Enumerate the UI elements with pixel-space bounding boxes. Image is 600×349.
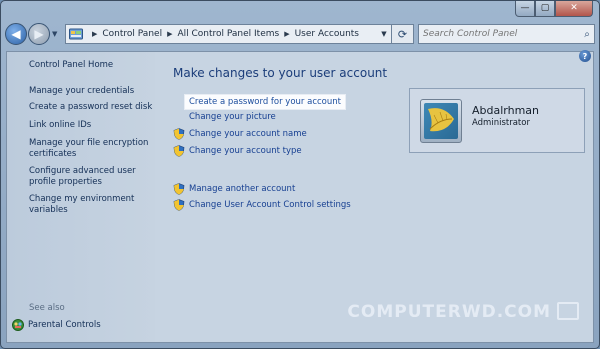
link-online-ids-link[interactable]: Link online IDs [29,120,91,131]
close-button[interactable]: ✕ [555,1,593,17]
search-box[interactable]: ⌕ [418,24,595,44]
maximize-button[interactable]: ▢ [535,1,555,17]
page-title: Make changes to your user account [173,66,388,80]
user-name: Abdalrhman [472,104,540,117]
control-panel-icon [69,28,83,40]
breadcrumb-all-items[interactable]: All Control Panel Items [177,29,279,39]
change-picture-task[interactable]: Change your picture [189,112,276,122]
control-panel-home-link[interactable]: Control Panel Home [29,60,113,71]
refresh-icon: ⟳ [397,27,408,41]
manage-another-account-task[interactable]: Manage another account [173,183,295,195]
avatar [420,99,462,143]
uac-settings-task[interactable]: Change User Account Control settings [173,199,351,211]
see-also-heading: See also [29,303,65,313]
breadcrumb-arrow-icon[interactable]: ▶ [167,30,172,38]
file-encryption-link[interactable]: Manage your file encryption certificates [29,138,149,160]
create-password-link[interactable]: Create a password for your account [189,97,341,107]
uac-shield-icon [173,128,185,140]
forward-button[interactable]: ▶ [28,23,50,45]
user-role: Administrator [472,118,530,128]
watermark: COMPUTERWD.COM [347,302,551,322]
breadcrumb-arrow-icon: ▶ [92,30,98,38]
navigation-bar: ◀ ▶ ▼ ▶ Control Panel ▶ All Control Pane… [5,21,595,47]
search-input[interactable] [423,29,580,39]
breadcrumb-arrow-icon[interactable]: ▶ [284,30,289,38]
user-picture [424,103,458,139]
change-account-name-link[interactable]: Change your account name [189,129,307,139]
address-bar[interactable]: ▶ Control Panel ▶ All Control Panel Item… [65,24,392,44]
main-pane: ? Make changes to your user account Crea… [155,50,593,342]
parental-controls-link[interactable]: Parental Controls [28,320,101,331]
user-account-card: Abdalrhman Administrator [409,88,585,153]
password-reset-disk-link[interactable]: Create a password reset disk [29,102,152,113]
change-picture-link[interactable]: Change your picture [189,112,276,122]
recent-pages-dropdown[interactable]: ▼ [52,30,62,38]
minimize-button[interactable]: — [515,1,535,17]
back-button[interactable]: ◀ [5,23,27,45]
address-dropdown-icon[interactable]: ▼ [377,30,391,38]
environment-variables-link[interactable]: Change my environment variables [29,194,139,216]
chevron-down-icon: ▼ [52,30,58,38]
advanced-profile-link[interactable]: Configure advanced user profile properti… [29,166,139,188]
parental-controls-item[interactable]: Parental Controls [12,319,101,331]
parental-controls-icon [12,319,24,331]
user-accounts-window: — ▢ ✕ ◀ ▶ ▼ ▶ Control Panel ▶ All Contro… [0,0,600,349]
left-nav-pane: Control Panel Home Manage your credentia… [7,52,155,342]
leaf-picture-icon [428,108,454,132]
refresh-button[interactable]: ⟳ [392,24,414,44]
help-icon[interactable]: ? [579,50,591,62]
uac-shield-icon [173,145,185,157]
change-account-type-link[interactable]: Change your account type [189,146,302,156]
caption-buttons: — ▢ ✕ [515,1,593,17]
change-account-name-task[interactable]: Change your account name [173,128,307,140]
arrow-left-icon: ◀ [11,27,21,41]
create-password-task[interactable]: Create a password for your account [184,94,346,110]
search-icon[interactable]: ⌕ [580,29,594,40]
content-area: Control Panel Home Manage your credentia… [6,50,594,343]
monitor-logo-icon [557,302,579,320]
uac-shield-icon [173,199,185,211]
breadcrumb-user-accounts[interactable]: User Accounts [295,29,359,39]
arrow-right-icon: ▶ [34,27,44,41]
manage-another-account-link[interactable]: Manage another account [189,184,295,194]
change-account-type-task[interactable]: Change your account type [173,145,302,157]
breadcrumb-control-panel[interactable]: Control Panel [102,29,162,39]
uac-settings-link[interactable]: Change User Account Control settings [189,200,351,210]
manage-credentials-link[interactable]: Manage your credentials [29,86,134,97]
uac-shield-icon [173,183,185,195]
